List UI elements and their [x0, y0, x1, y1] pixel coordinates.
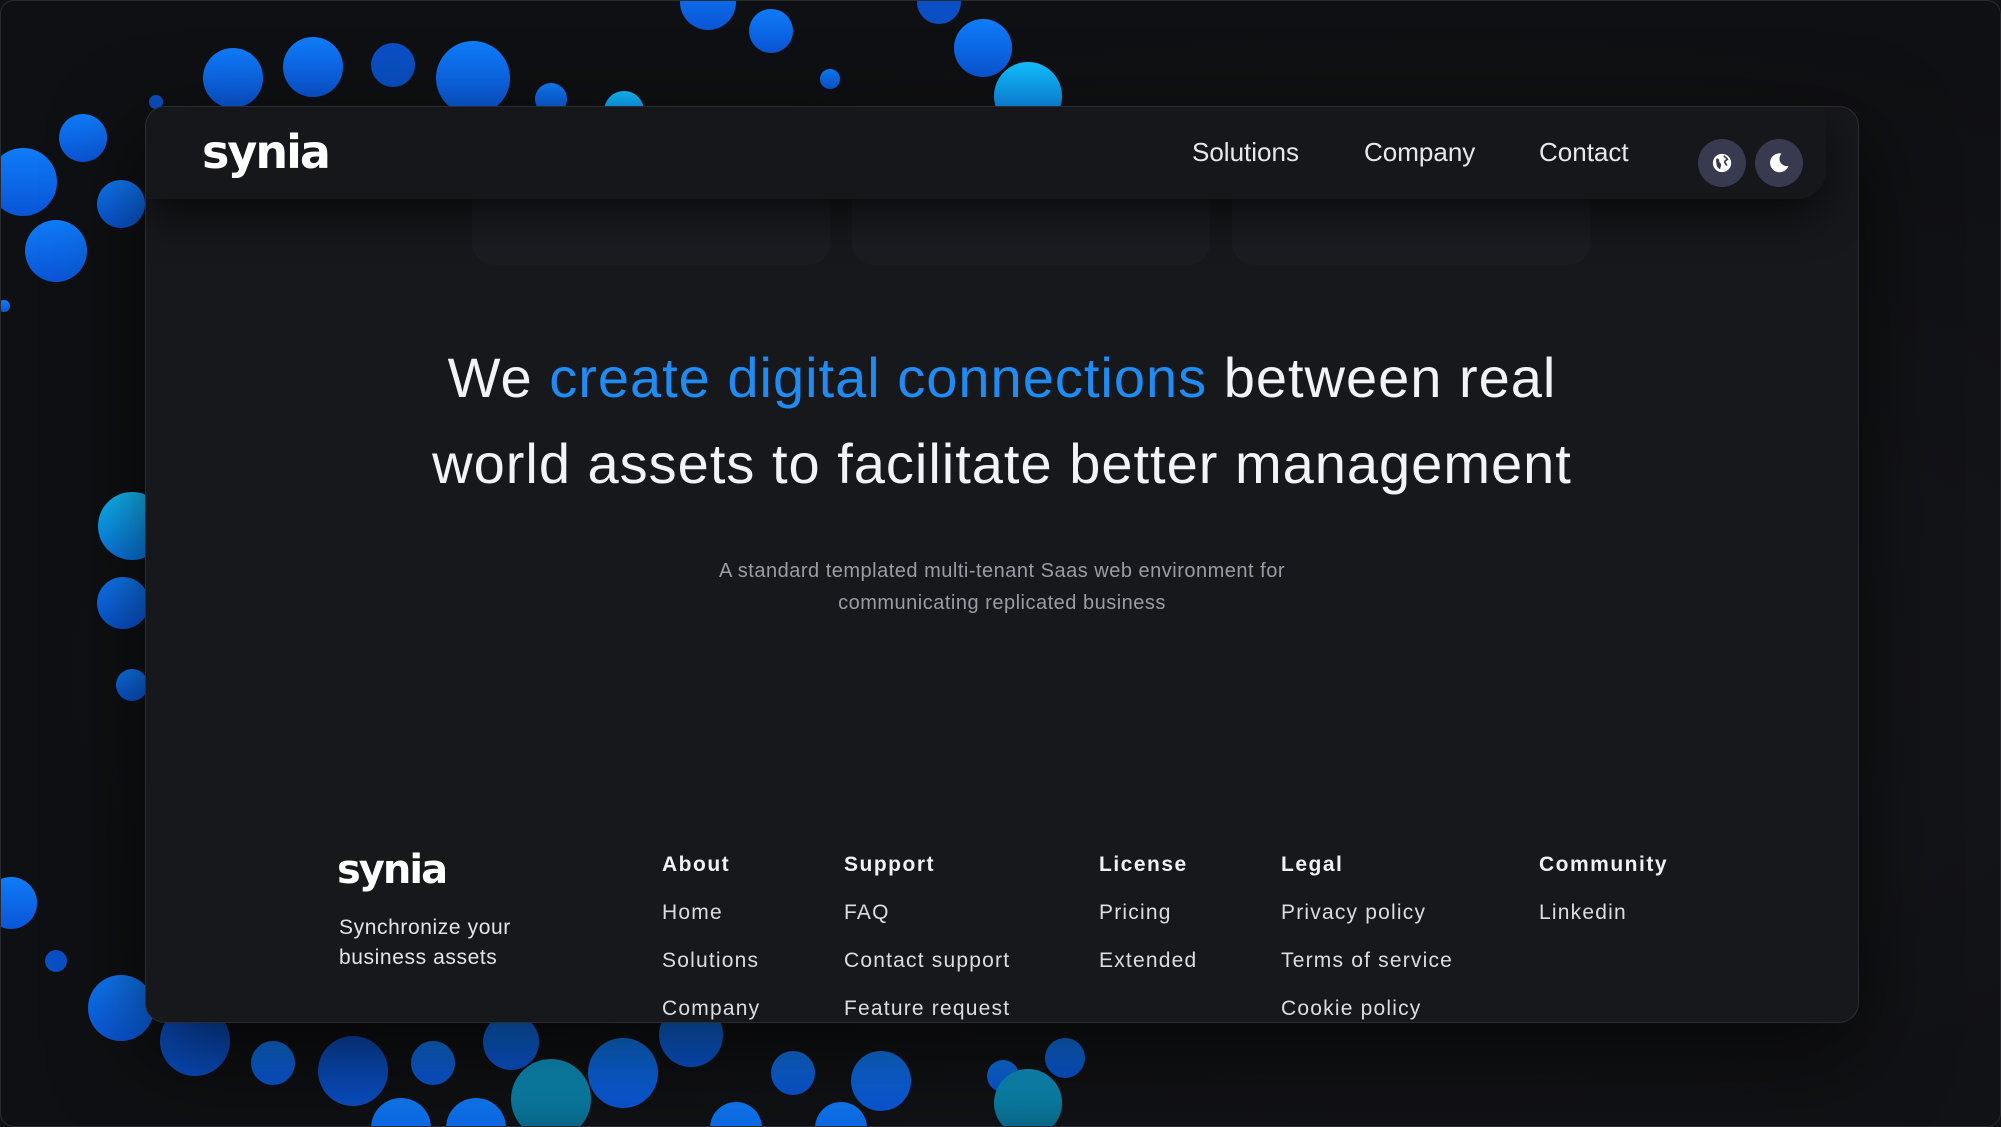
- nav-link-solutions[interactable]: Solutions: [1192, 137, 1299, 168]
- footer-column-about: About Home Solutions Company: [662, 853, 760, 1022]
- footer-link-terms-of-service[interactable]: Terms of service: [1281, 949, 1453, 997]
- hero-heading-line-2: world assets to facilitate better manage…: [432, 432, 1572, 495]
- hero-lead: We: [447, 346, 550, 409]
- footer-column-support: Support FAQ Contact support Feature requ…: [844, 853, 1010, 1022]
- footer-logo[interactable]: synia: [337, 847, 448, 893]
- footer-column-title: About: [662, 853, 731, 876]
- footer-column-legal: Legal Privacy policy Terms of service Co…: [1281, 853, 1453, 1022]
- footer-link-pricing[interactable]: Pricing: [1099, 901, 1197, 949]
- hero-accent: create digital connections: [549, 346, 1208, 409]
- footer-link-extended[interactable]: Extended: [1099, 949, 1197, 997]
- nav-link-company[interactable]: Company: [1364, 137, 1475, 168]
- logo[interactable]: synia: [202, 125, 331, 179]
- browser-window: synia Solutions Company Contact We creat…: [145, 106, 1859, 1023]
- footer-link-feature-request[interactable]: Feature request: [844, 997, 1010, 1022]
- page-frame: synia Solutions Company Contact We creat…: [0, 0, 2001, 1127]
- hero-heading-line-1: We create digital connections between re…: [146, 345, 1858, 415]
- language-button[interactable]: [1698, 139, 1746, 187]
- footer-link-linkedin[interactable]: Linkedin: [1539, 901, 1668, 949]
- footer-link-home[interactable]: Home: [662, 901, 760, 949]
- hero-subtitle-line-1: A standard templated multi-tenant Saas w…: [719, 560, 1285, 582]
- footer-column-license: License Pricing Extended: [1099, 853, 1197, 997]
- nav-link-contact[interactable]: Contact: [1539, 137, 1629, 168]
- footer-link-faq[interactable]: FAQ: [844, 901, 1010, 949]
- globe-icon: [1712, 153, 1732, 173]
- footer-column-title: License: [1099, 853, 1188, 876]
- footer-column-title: Support: [844, 853, 935, 876]
- footer-column-community: Community Linkedin: [1539, 853, 1668, 949]
- footer-tagline: Synchronize your business assets: [339, 916, 511, 969]
- footer-link-contact-support[interactable]: Contact support: [844, 949, 1010, 997]
- footer-column-title: Community: [1539, 853, 1668, 876]
- footer-link-company[interactable]: Company: [662, 997, 760, 1022]
- footer-column-title: Legal: [1281, 853, 1344, 876]
- footer-link-privacy-policy[interactable]: Privacy policy: [1281, 901, 1453, 949]
- footer-link-cookie-policy[interactable]: Cookie policy: [1281, 997, 1453, 1022]
- dark-mode-button[interactable]: [1755, 139, 1803, 187]
- hero-subtitle-line-2: communicating replicated business: [838, 592, 1166, 614]
- navbar: synia Solutions Company Contact: [146, 107, 1826, 199]
- moon-icon: [1770, 153, 1789, 173]
- hero-rest: between real: [1207, 346, 1557, 409]
- footer-link-solutions[interactable]: Solutions: [662, 949, 760, 997]
